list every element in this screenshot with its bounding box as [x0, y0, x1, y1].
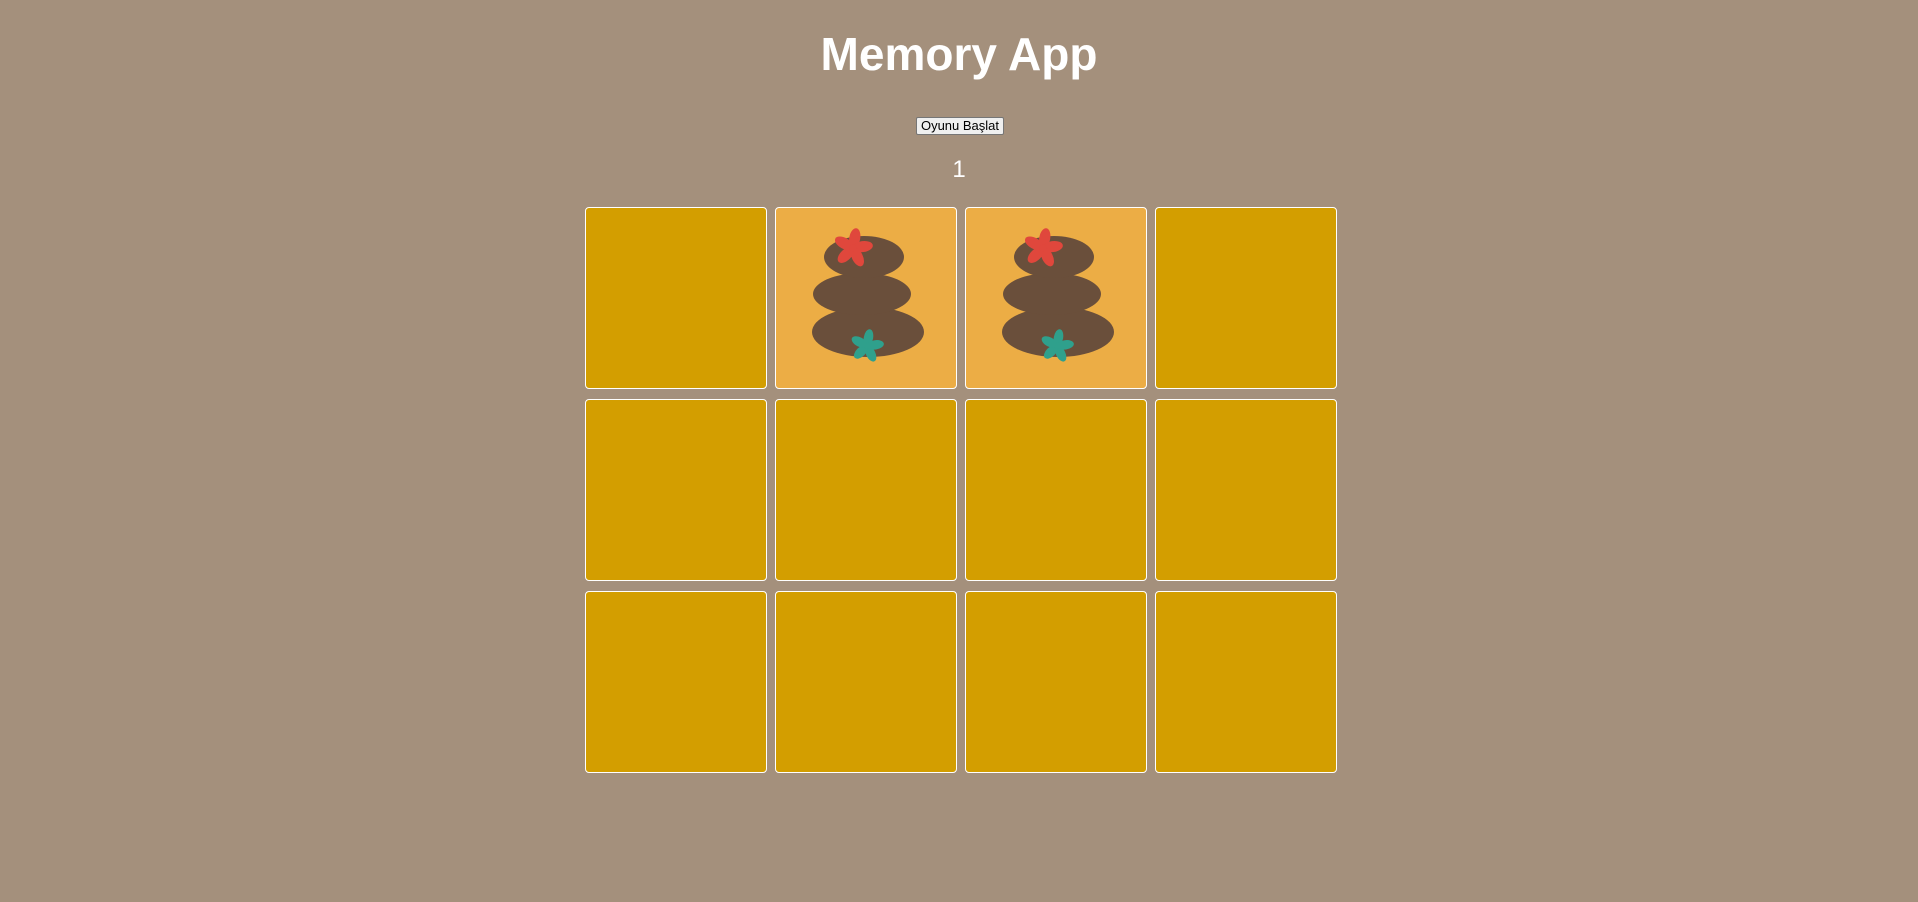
memory-card[interactable] — [965, 399, 1147, 581]
spa-stones-icon — [1002, 228, 1114, 362]
memory-card[interactable] — [775, 207, 957, 389]
memory-card[interactable] — [965, 207, 1147, 389]
card-grid — [585, 207, 1339, 773]
start-game-button[interactable]: Oyunu Başlat — [916, 117, 1004, 135]
memory-app: Memory App Oyunu Başlat 1 — [0, 0, 1918, 902]
memory-card[interactable] — [1155, 591, 1337, 773]
memory-card[interactable] — [775, 399, 957, 581]
spa-stones-icon — [812, 228, 924, 362]
page-title: Memory App — [820, 28, 1098, 80]
memory-card[interactable] — [1155, 207, 1337, 389]
memory-card[interactable] — [1155, 399, 1337, 581]
memory-card[interactable] — [775, 591, 957, 773]
memory-card[interactable] — [585, 207, 767, 389]
move-counter: 1 — [952, 156, 966, 183]
memory-card[interactable] — [585, 591, 767, 773]
memory-card[interactable] — [965, 591, 1147, 773]
memory-card[interactable] — [585, 399, 767, 581]
